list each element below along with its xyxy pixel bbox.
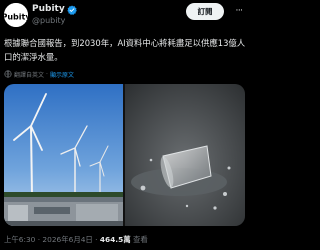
wind-turbine-data-center-photo[interactable] — [4, 84, 123, 226]
translate-icon — [4, 70, 12, 78]
translation-separator: · — [46, 70, 48, 78]
post-header: Pubity Pubity @pubity 訂閱 ··· — [0, 0, 250, 30]
post-metadata: 上午6:30 · 2026年6月4日 · 464.5萬 查看 — [4, 235, 148, 245]
more-options-icon[interactable]: ··· — [232, 5, 246, 17]
spilled-water-glass-photo[interactable] — [125, 84, 245, 226]
handle[interactable]: @pubity — [32, 16, 65, 26]
pubity-logo-icon: Pubity — [4, 3, 28, 27]
translation-row: 翻譯自英文 · 顯示原文 — [4, 69, 74, 79]
show-original-link[interactable]: 顯示原文 — [50, 70, 74, 79]
name-row: Pubity — [32, 4, 77, 15]
post-timestamp[interactable]: 上午6:30 · 2026年6月4日 · — [4, 235, 100, 244]
views-count: 464.5萬 — [99, 235, 131, 244]
translation-language: 翻譯自英文 — [14, 71, 45, 79]
views-label: 查看 — [130, 235, 148, 244]
media-grid — [4, 84, 245, 226]
display-name[interactable]: Pubity — [32, 4, 65, 15]
verified-badge-icon — [67, 4, 77, 15]
avatar[interactable]: Pubity — [4, 3, 28, 27]
follow-button[interactable]: 訂閱 — [186, 3, 224, 20]
post-text: 根據聯合國報告，到2030年，AI資料中心將耗盡足以供應13億人口的潔淨水量。 — [4, 38, 246, 62]
avatar-logo-text: Pubity — [4, 13, 28, 22]
